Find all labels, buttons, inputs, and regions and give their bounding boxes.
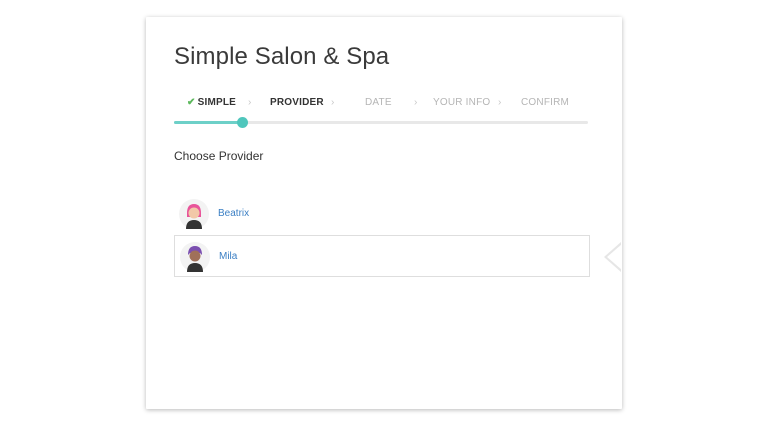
step-nav: ✔ SIMPLE › PROVIDER › DATE › YOUR INFO › … <box>174 97 588 111</box>
chevron-right-icon: › <box>498 97 502 108</box>
step-date[interactable]: DATE <box>365 97 392 108</box>
step-simple[interactable]: ✔ SIMPLE <box>187 97 236 108</box>
progress-fill <box>174 121 242 124</box>
step-confirm[interactable]: CONFIRM <box>521 97 569 108</box>
step-label: YOUR INFO <box>433 97 491 108</box>
step-your-info[interactable]: YOUR INFO <box>433 97 490 108</box>
provider-name: Beatrix <box>218 208 250 219</box>
choose-provider-label: Choose Provider <box>174 149 264 163</box>
provider-name: Mila <box>219 251 238 262</box>
selection-pointer-inner <box>607 244 622 270</box>
step-label: PROVIDER <box>270 97 324 108</box>
step-label: CONFIRM <box>521 97 570 108</box>
chevron-right-icon: › <box>414 97 418 108</box>
step-label: SIMPLE <box>197 97 237 108</box>
avatar <box>180 242 210 272</box>
provider-item-beatrix[interactable]: Beatrix <box>174 193 590 235</box>
booking-widget: Simple Salon & Spa ✔ SIMPLE › PROVIDER › … <box>146 17 622 409</box>
step-label: DATE <box>365 97 392 108</box>
progress-knob <box>236 117 248 128</box>
check-icon: ✔ <box>187 97 196 108</box>
chevron-right-icon: › <box>248 97 252 108</box>
progress-track <box>174 117 588 128</box>
chevron-right-icon: › <box>331 97 335 108</box>
step-provider[interactable]: PROVIDER <box>270 97 324 108</box>
page-title: Simple Salon & Spa <box>174 43 390 70</box>
provider-item-mila[interactable]: Mila <box>174 235 590 277</box>
avatar <box>179 199 209 229</box>
